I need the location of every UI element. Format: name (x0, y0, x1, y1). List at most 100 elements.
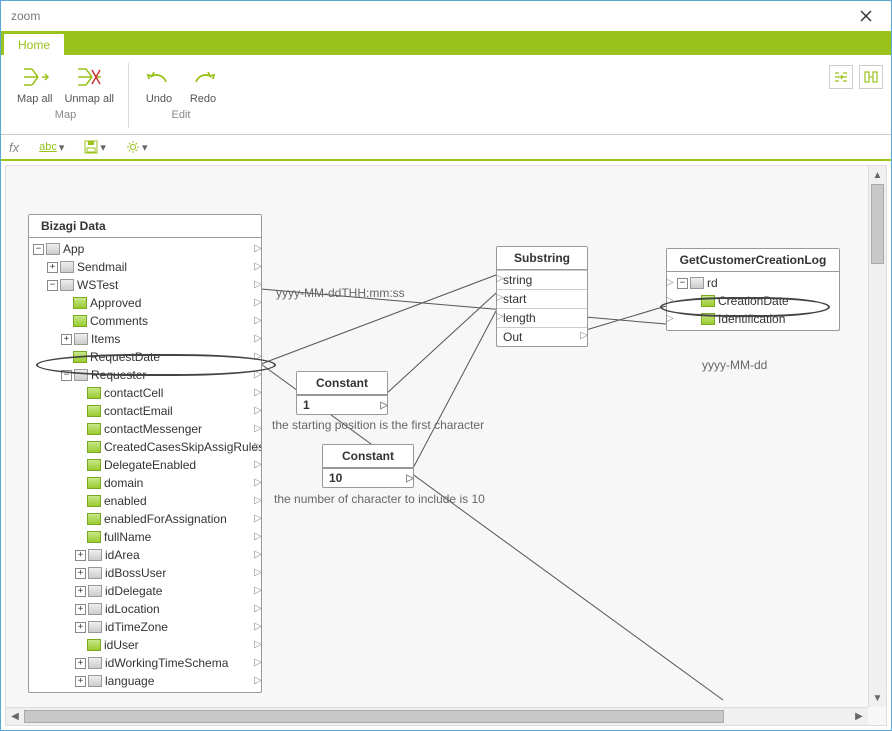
map-all-button[interactable]: Map all (11, 59, 58, 109)
scroll-up-arrow[interactable]: ▲ (869, 166, 886, 184)
fx-label: fx (9, 140, 19, 155)
collapse-icon[interactable]: − (33, 244, 44, 255)
scroll-right-arrow[interactable]: ▶ (850, 708, 868, 725)
titlebar: zoom (1, 1, 891, 31)
collapse-icon[interactable]: − (47, 280, 58, 291)
expand-icon[interactable]: + (75, 658, 86, 669)
tree-node-contactcell[interactable]: contactCell▷ (29, 384, 261, 402)
substring-string-port[interactable]: ▷string (497, 270, 587, 289)
constant2-title: Constant (323, 445, 413, 468)
expand-icon[interactable]: + (47, 262, 58, 273)
chevron-down-icon: ▾ (59, 141, 65, 154)
tree-node-iddelegate[interactable]: +idDelegate▷ (29, 582, 261, 600)
substring-node[interactable]: Substring ▷string ▷start ▷length Out▷ (496, 246, 588, 347)
map-all-label: Map all (17, 93, 52, 105)
tab-home[interactable]: Home (3, 33, 65, 55)
ribbon-group-edit: Undo Redo Edit (133, 57, 229, 134)
tree-node-idworkingtimeschema[interactable]: +idWorkingTimeSchema▷ (29, 654, 261, 672)
unmap-all-button[interactable]: Unmap all (58, 59, 120, 109)
expand-icon[interactable]: + (75, 622, 86, 633)
unmap-all-icon (73, 63, 105, 91)
layout-icon (863, 69, 879, 85)
tree-node-idarea[interactable]: +idArea▷ (29, 546, 261, 564)
target-node-rd[interactable]: ▷−rd (667, 274, 839, 292)
tree-node-contactemail[interactable]: contactEmail▷ (29, 402, 261, 420)
save-mapping-dropdown[interactable]: ▾ (84, 140, 106, 154)
tree-node-iduser[interactable]: idUser▷ (29, 636, 261, 654)
tree-node-enabledforassignation[interactable]: enabledForAssignation▷ (29, 510, 261, 528)
gear-icon (126, 140, 140, 154)
tree-node-language[interactable]: +language▷ (29, 672, 261, 690)
undo-icon (143, 63, 175, 91)
target-node-creationdate[interactable]: ▷CreationDate (667, 292, 839, 310)
constant2-value[interactable]: 10▷ (323, 468, 413, 487)
scroll-down-arrow[interactable]: ▼ (869, 689, 886, 707)
tree-node-createdcases[interactable]: CreatedCasesSkipAssigRules▷ (29, 438, 261, 456)
constant2-node[interactable]: Constant 10▷ (322, 444, 414, 488)
substring-start-port[interactable]: ▷start (497, 289, 587, 308)
close-button[interactable] (851, 1, 881, 31)
undo-label: Undo (146, 93, 172, 105)
tree-node-items[interactable]: +Items▷ (29, 330, 261, 348)
constant1-node[interactable]: Constant 1▷ (296, 371, 388, 415)
tree-node-app[interactable]: −App▷ (29, 240, 261, 258)
tree-node-contactmessenger[interactable]: contactMessenger▷ (29, 420, 261, 438)
ribbon-tabstrip: Home (1, 31, 891, 55)
auto-map-button[interactable] (829, 65, 853, 89)
chevron-down-icon: ▾ (100, 141, 106, 154)
vertical-scroll-thumb[interactable] (871, 184, 884, 264)
layout-button[interactable] (859, 65, 883, 89)
ribbon-group-map-label: Map (55, 109, 76, 123)
tree-node-delegateenabled[interactable]: DelegateEnabled▷ (29, 456, 261, 474)
tree-node-sendmail[interactable]: +Sendmail▷ (29, 258, 261, 276)
expand-icon[interactable]: + (75, 568, 86, 579)
annotation-start-note: the starting position is the first chara… (272, 418, 484, 432)
ribbon-separator (128, 63, 129, 128)
tree-node-approved[interactable]: Approved▷ (29, 294, 261, 312)
close-icon (860, 10, 872, 22)
ribbon-group-edit-label: Edit (172, 109, 191, 123)
settings-dropdown[interactable]: ▾ (126, 140, 148, 154)
tree-node-idlocation[interactable]: +idLocation▷ (29, 600, 261, 618)
abc-icon: abc (39, 141, 57, 153)
expand-icon[interactable]: + (75, 676, 86, 687)
text-type-dropdown[interactable]: abc ▾ (39, 141, 64, 154)
tree-node-requestdate[interactable]: RequestDate▷ (29, 348, 261, 366)
source-panel: Bizagi Data −App▷ +Sendmail▷ −WSTest▷ Ap… (28, 214, 262, 693)
tree-node-domain[interactable]: domain▷ (29, 474, 261, 492)
tree-node-idtimezone[interactable]: +idTimeZone▷ (29, 618, 261, 636)
tree-node-enabled[interactable]: enabled▷ (29, 492, 261, 510)
substring-length-port[interactable]: ▷length (497, 308, 587, 327)
undo-button[interactable]: Undo (137, 59, 181, 109)
tree-node-fullname[interactable]: fullName▷ (29, 528, 261, 546)
tree-node-wstest[interactable]: −WSTest▷ (29, 276, 261, 294)
substring-title: Substring (497, 247, 587, 270)
tree-node-requester[interactable]: −Requester▷ (29, 366, 261, 384)
constant1-value[interactable]: 1▷ (297, 395, 387, 414)
substring-out-port[interactable]: Out▷ (497, 327, 587, 346)
disk-icon (84, 140, 98, 154)
horizontal-scroll-thumb[interactable] (24, 710, 724, 723)
unmap-all-label: Unmap all (64, 93, 114, 105)
target-node-identification[interactable]: ▷Identification (667, 310, 839, 328)
mapping-canvas[interactable]: Bizagi Data −App▷ +Sendmail▷ −WSTest▷ Ap… (5, 165, 887, 726)
tree-node-comments[interactable]: Comments▷ (29, 312, 261, 330)
redo-button[interactable]: Redo (181, 59, 225, 109)
collapse-icon[interactable]: − (677, 278, 688, 289)
source-tree[interactable]: −App▷ +Sendmail▷ −WSTest▷ Approved▷ Comm… (29, 238, 261, 692)
collapse-icon[interactable]: − (61, 370, 72, 381)
ribbon-group-map: Map all Unmap all Map (7, 57, 124, 134)
expand-icon[interactable]: + (75, 586, 86, 597)
redo-icon (187, 63, 219, 91)
horizontal-scrollbar[interactable]: ◀ ▶ (6, 707, 868, 725)
expand-icon[interactable]: + (75, 604, 86, 615)
expand-icon[interactable]: + (61, 334, 72, 345)
tree-node-idbossuser[interactable]: +idBossUser▷ (29, 564, 261, 582)
annotation-source-format: yyyy-MM-ddTHH:mm:ss (276, 286, 405, 300)
expand-icon[interactable]: + (75, 550, 86, 561)
chevron-down-icon: ▾ (142, 141, 148, 154)
vertical-scrollbar[interactable]: ▲ ▼ (868, 166, 886, 707)
formula-bar: fx abc ▾ ▾ ▾ (1, 135, 891, 161)
scroll-left-arrow[interactable]: ◀ (6, 708, 24, 725)
annotation-target-format: yyyy-MM-dd (702, 358, 767, 372)
